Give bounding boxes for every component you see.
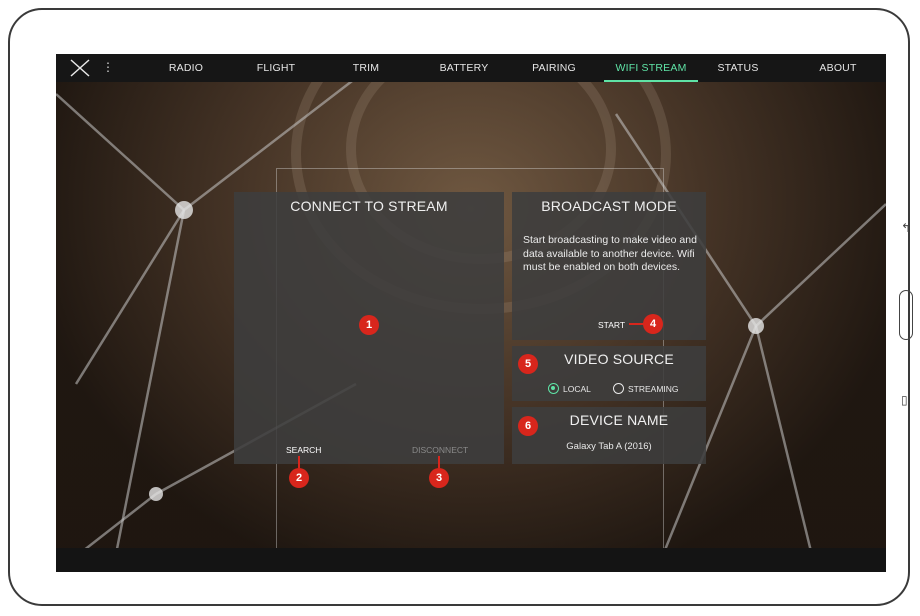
bottom-bar <box>56 548 886 572</box>
callout-badge-2: 2 <box>289 468 309 488</box>
radio-selected-icon[interactable] <box>548 383 559 394</box>
start-button[interactable]: START <box>598 320 625 330</box>
radio-streaming[interactable]: STREAMING <box>613 383 679 394</box>
back-icon[interactable]: ↰ <box>901 221 911 235</box>
tab-pairing[interactable]: PAIRING <box>516 54 592 82</box>
tab-battery[interactable]: BATTERY <box>426 54 502 82</box>
broadcast-panel-title: BROADCAST MODE <box>541 198 677 214</box>
tab-status[interactable]: STATUS <box>706 54 770 82</box>
callout-badge-1: 1 <box>359 315 379 335</box>
broadcast-description: Start broadcasting to make video and dat… <box>523 234 697 273</box>
tab-wifi-stream[interactable]: WIFI STREAM <box>604 54 698 82</box>
callout-badge-4: 4 <box>643 314 663 334</box>
connect-to-stream-panel: CONNECT TO STREAM 1 SEARCH DISCONNECT <box>234 192 504 464</box>
callout-badge-5: 5 <box>518 354 538 374</box>
device-name-title: DEVICE NAME <box>569 412 669 428</box>
connect-panel-title: CONNECT TO STREAM <box>290 198 448 214</box>
video-source-title: VIDEO SOURCE <box>564 351 674 367</box>
active-tab-indicator <box>604 80 698 82</box>
tab-trim[interactable]: TRIM <box>334 54 398 82</box>
radio-unselected-icon[interactable] <box>613 383 624 394</box>
vertical-dots-icon[interactable]: ⋮ <box>102 60 114 74</box>
home-button[interactable] <box>899 290 913 340</box>
device-name-panel: DEVICE NAME Galaxy Tab A (2016) <box>512 407 706 464</box>
search-button[interactable]: SEARCH <box>286 445 321 455</box>
callout-badge-6: 6 <box>518 416 538 436</box>
callout-pointer <box>438 456 440 468</box>
callout-badge-3: 3 <box>429 468 449 488</box>
radio-local[interactable]: LOCAL <box>548 383 591 394</box>
radio-streaming-label: STREAMING <box>628 383 679 394</box>
device-name-value: Galaxy Tab A (2016) <box>566 441 652 452</box>
app-screen: ⋮ RADIO FLIGHT TRIM BATTERY PAIRING WIFI… <box>56 54 886 572</box>
callout-pointer <box>298 456 300 468</box>
broadcast-mode-panel: BROADCAST MODE Start broadcasting to mak… <box>512 192 706 340</box>
video-source-panel: VIDEO SOURCE LOCAL STREAMING <box>512 346 706 401</box>
x-logo-icon[interactable] <box>70 59 90 77</box>
recent-apps-icon[interactable]: ▯ <box>901 393 908 407</box>
tab-flight[interactable]: FLIGHT <box>244 54 308 82</box>
disconnect-button[interactable]: DISCONNECT <box>412 445 468 455</box>
radio-local-label: LOCAL <box>563 383 591 394</box>
tab-radio[interactable]: RADIO <box>154 54 218 82</box>
tab-about[interactable]: ABOUT <box>806 54 870 82</box>
